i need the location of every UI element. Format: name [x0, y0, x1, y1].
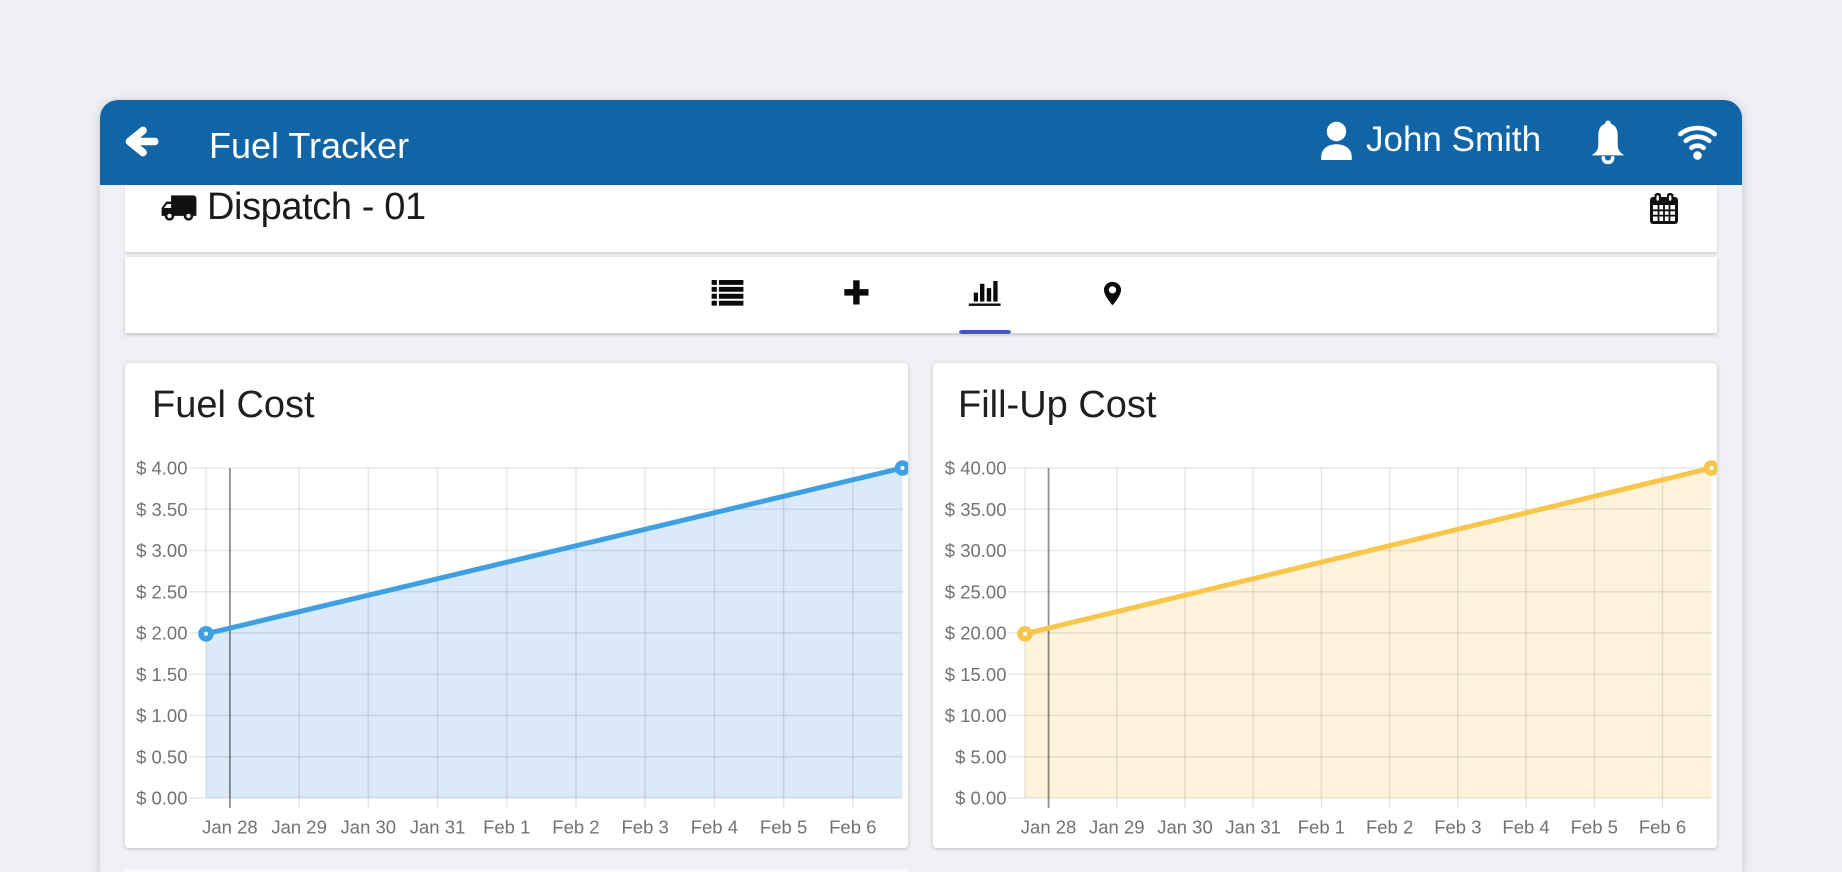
svg-text:Jan 28: Jan 28 — [202, 817, 258, 838]
svg-text:Feb 5: Feb 5 — [1571, 817, 1618, 838]
svg-text:$ 3.00: $ 3.00 — [136, 540, 187, 561]
svg-text:$ 10.00: $ 10.00 — [945, 705, 1007, 726]
svg-text:$ 4.00: $ 4.00 — [136, 458, 187, 479]
svg-text:Feb 4: Feb 4 — [691, 817, 738, 838]
svg-text:Feb 1: Feb 1 — [1298, 817, 1345, 838]
svg-text:$ 2.00: $ 2.00 — [136, 623, 187, 644]
svg-text:$ 30.00: $ 30.00 — [945, 540, 1007, 561]
svg-text:$ 1.00: $ 1.00 — [136, 705, 187, 726]
svg-text:Jan 29: Jan 29 — [271, 817, 327, 838]
svg-text:Jan 30: Jan 30 — [1157, 817, 1213, 838]
svg-text:Feb 6: Feb 6 — [1639, 817, 1686, 838]
svg-text:$ 0.00: $ 0.00 — [136, 788, 187, 809]
svg-text:Jan 31: Jan 31 — [410, 817, 466, 838]
svg-text:Jan 29: Jan 29 — [1089, 817, 1145, 838]
svg-text:$ 3.50: $ 3.50 — [136, 499, 187, 520]
svg-text:Feb 3: Feb 3 — [622, 817, 669, 838]
svg-text:Jan 31: Jan 31 — [1225, 817, 1281, 838]
svg-text:$ 25.00: $ 25.00 — [945, 581, 1007, 602]
svg-text:$ 0.50: $ 0.50 — [136, 746, 187, 767]
svg-text:$ 15.00: $ 15.00 — [945, 664, 1007, 685]
svg-text:Feb 2: Feb 2 — [552, 817, 599, 838]
svg-text:Feb 6: Feb 6 — [829, 817, 876, 838]
svg-text:$ 0.00: $ 0.00 — [955, 788, 1006, 809]
svg-text:Feb 2: Feb 2 — [1366, 817, 1413, 838]
svg-text:$ 35.00: $ 35.00 — [945, 499, 1007, 520]
svg-text:Jan 30: Jan 30 — [341, 817, 397, 838]
svg-text:$ 20.00: $ 20.00 — [945, 623, 1007, 644]
svg-text:$ 2.50: $ 2.50 — [136, 581, 187, 602]
svg-text:$ 1.50: $ 1.50 — [136, 664, 187, 685]
svg-text:Jan 28: Jan 28 — [1021, 817, 1077, 838]
svg-text:$ 5.00: $ 5.00 — [955, 746, 1006, 767]
svg-text:Feb 1: Feb 1 — [483, 817, 530, 838]
svg-text:$ 40.00: $ 40.00 — [945, 458, 1007, 479]
svg-text:Feb 4: Feb 4 — [1502, 817, 1549, 838]
svg-text:Feb 5: Feb 5 — [760, 817, 807, 838]
svg-text:Feb 3: Feb 3 — [1434, 817, 1481, 838]
